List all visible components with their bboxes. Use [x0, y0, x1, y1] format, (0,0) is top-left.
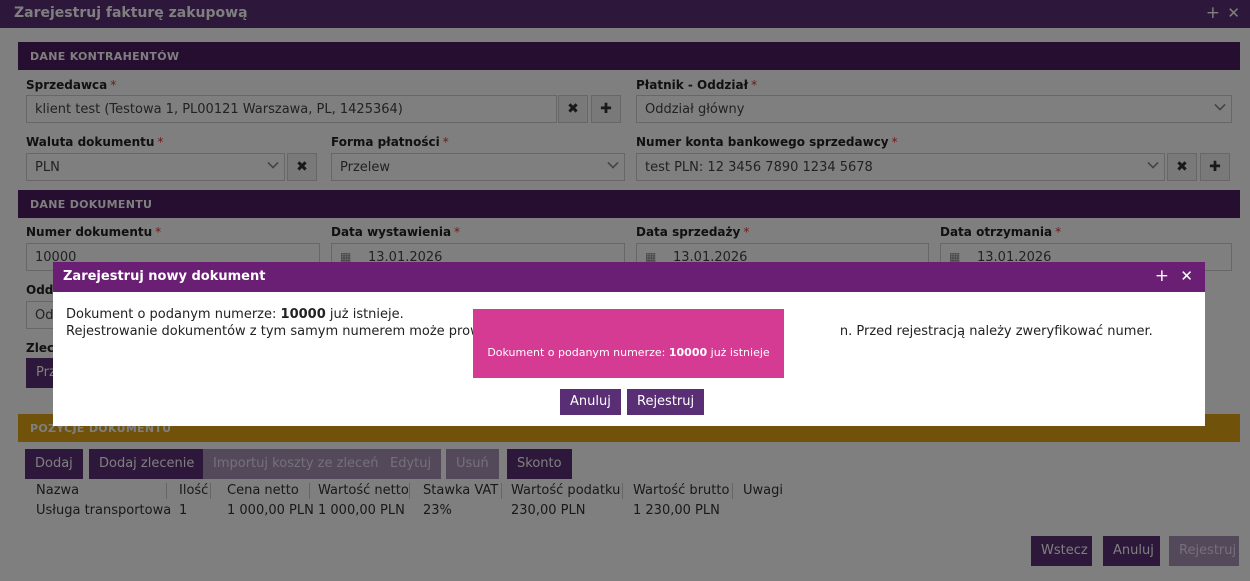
- close-icon[interactable]: ✕: [1180, 267, 1193, 285]
- modal-register-button[interactable]: Rejestruj: [627, 389, 705, 415]
- modal-header: Zarejestruj nowy dokument + ✕: [53, 262, 1205, 292]
- modal-cancel-button[interactable]: Anuluj: [560, 389, 621, 415]
- modal-title: Zarejestruj nowy dokument: [63, 269, 266, 284]
- duplicate-number-toast[interactable]: Dokument o podanym numerze: 10000 już is…: [473, 309, 784, 378]
- maximize-icon[interactable]: +: [1155, 266, 1169, 286]
